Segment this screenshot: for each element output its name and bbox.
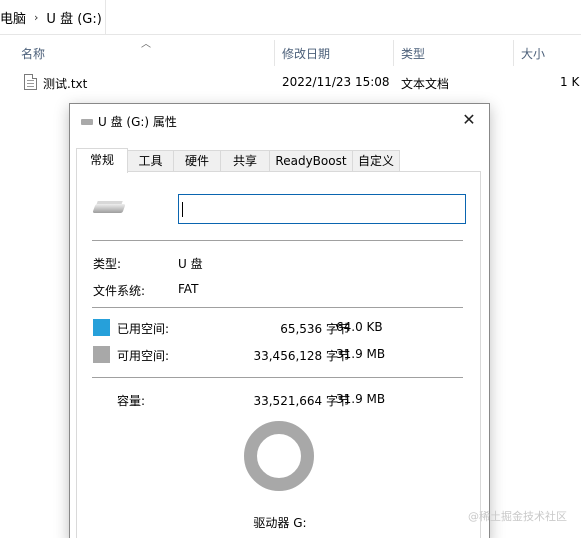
tab-hardware[interactable]: 硬件 [173,150,221,172]
file-type: 文本文档 [401,77,450,91]
filesystem-value: FAT [178,282,199,296]
divider [92,377,463,378]
divider [92,307,463,308]
close-icon[interactable]: ✕ [459,110,479,130]
filesystem-label: 文件系统: [93,284,146,298]
column-divider[interactable] [274,40,275,66]
dialog-title-bar[interactable]: U 盘 (G:) 属性 ✕ [70,104,489,138]
column-header-row: ︿ 名称 修改日期 类型 大小 [0,36,581,68]
watermark: @稀土掘金技术社区 [468,510,567,523]
usb-drive-icon [92,201,126,215]
sort-up-icon: ︿ [141,39,151,50]
column-size[interactable]: 大小 [521,45,545,62]
column-divider[interactable] [513,40,514,66]
used-space-label: 已用空间: [117,322,170,336]
divider [92,240,463,241]
used-space-swatch [93,319,110,336]
address-bar[interactable]: 电脑 › U 盘 (G:) [0,0,581,35]
address-box [0,0,106,35]
free-space-size: 31.9 MB [336,347,386,361]
used-space-size: 64.0 KB [336,320,383,334]
type-value: U 盘 [178,257,203,271]
tab-customize[interactable]: 自定义 [352,150,400,172]
drive-name-input[interactable] [178,194,466,224]
drive-letter-label: 驱动器 G: [253,516,307,530]
usage-donut-chart [244,421,314,491]
capacity-size: 31.9 MB [336,392,386,406]
type-label: 类型: [93,257,122,271]
drive-icon [81,119,93,125]
dialog-title: U 盘 (G:) 属性 [98,114,177,129]
capacity-label: 容量: [117,394,146,408]
tab-readyboost[interactable]: ReadyBoost [269,150,353,172]
text-caret [182,202,183,217]
tab-sharing[interactable]: 共享 [220,150,270,172]
file-row[interactable]: 测试.txt 2022/11/23 15:08 文本文档 1 K [0,71,581,95]
free-space-label: 可用空间: [117,349,170,363]
column-type[interactable]: 类型 [401,45,425,62]
tab-tools[interactable]: 工具 [127,150,174,172]
column-modified[interactable]: 修改日期 [282,45,330,62]
file-modified: 2022/11/23 15:08 [282,75,390,89]
tab-general[interactable]: 常规 [76,148,128,173]
free-space-swatch [93,346,110,363]
properties-dialog: U 盘 (G:) 属性 ✕ 常规 工具 硬件 共享 ReadyBoost 自定义… [69,103,490,538]
text-file-icon [24,74,37,90]
file-size: 1 K [560,75,580,89]
file-name: 测试.txt [43,77,88,91]
column-divider[interactable] [393,40,394,66]
column-name[interactable]: 名称 [21,45,45,62]
